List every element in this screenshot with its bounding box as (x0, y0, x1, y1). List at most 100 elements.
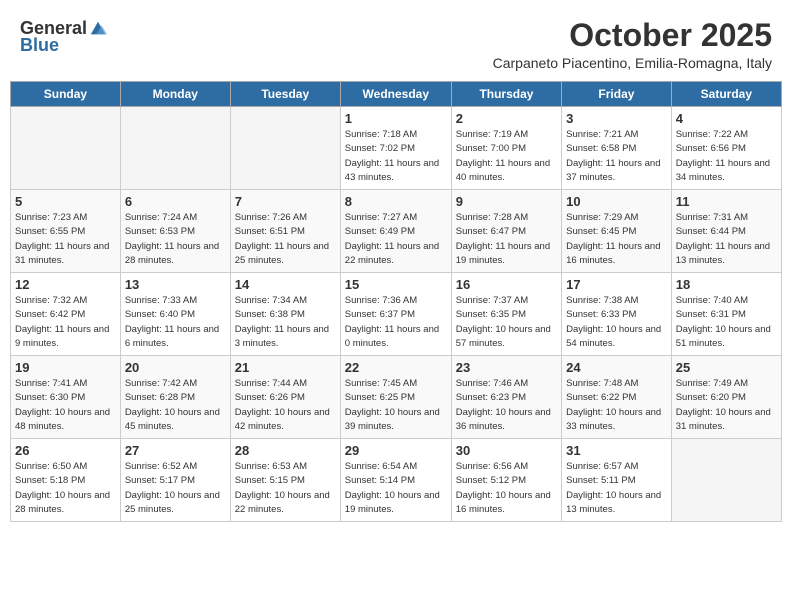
day-info-line: Daylight: 11 hours and 3 minutes. (235, 323, 336, 352)
day-number: 11 (676, 194, 777, 209)
calendar-day-cell: 29Sunrise: 6:54 AMSunset: 5:14 PMDayligh… (340, 439, 451, 522)
calendar-header-thursday: Thursday (451, 82, 561, 107)
location-subtitle: Carpaneto Piacentino, Emilia-Romagna, It… (493, 55, 772, 71)
day-info-line: Sunset: 6:35 PM (456, 308, 557, 322)
day-info-line: Daylight: 10 hours and 51 minutes. (676, 323, 777, 352)
calendar-day-cell (230, 107, 340, 190)
calendar-day-cell: 12Sunrise: 7:32 AMSunset: 6:42 PMDayligh… (11, 273, 121, 356)
calendar-day-cell: 24Sunrise: 7:48 AMSunset: 6:22 PMDayligh… (562, 356, 672, 439)
day-info-line: Sunrise: 7:41 AM (15, 377, 116, 391)
calendar-day-cell: 17Sunrise: 7:38 AMSunset: 6:33 PMDayligh… (562, 273, 672, 356)
day-info-line: Daylight: 11 hours and 37 minutes. (566, 157, 667, 186)
calendar-day-cell: 6Sunrise: 7:24 AMSunset: 6:53 PMDaylight… (120, 190, 230, 273)
day-info-line: Sunrise: 7:49 AM (676, 377, 777, 391)
day-info-line: Sunrise: 7:26 AM (235, 211, 336, 225)
calendar-header-tuesday: Tuesday (230, 82, 340, 107)
calendar-header-friday: Friday (562, 82, 672, 107)
day-number: 10 (566, 194, 667, 209)
day-info-line: Sunrise: 6:54 AM (345, 460, 447, 474)
day-number: 20 (125, 360, 226, 375)
calendar-day-cell: 1Sunrise: 7:18 AMSunset: 7:02 PMDaylight… (340, 107, 451, 190)
day-info-line: Sunrise: 7:31 AM (676, 211, 777, 225)
day-info-line: Daylight: 11 hours and 28 minutes. (125, 240, 226, 269)
day-info-line: Daylight: 10 hours and 33 minutes. (566, 406, 667, 435)
day-info-line: Sunset: 6:22 PM (566, 391, 667, 405)
day-info-line: Daylight: 11 hours and 34 minutes. (676, 157, 777, 186)
day-info-line: Sunset: 6:30 PM (15, 391, 116, 405)
calendar-week-row: 19Sunrise: 7:41 AMSunset: 6:30 PMDayligh… (11, 356, 782, 439)
day-info-line: Sunset: 6:20 PM (676, 391, 777, 405)
day-info-line: Sunset: 6:23 PM (456, 391, 557, 405)
day-info-line: Daylight: 10 hours and 28 minutes. (15, 489, 116, 518)
logo-icon (89, 20, 107, 38)
day-number: 27 (125, 443, 226, 458)
day-info-line: Daylight: 11 hours and 0 minutes. (345, 323, 447, 352)
day-info-line: Sunset: 6:49 PM (345, 225, 447, 239)
day-info-line: Sunrise: 7:44 AM (235, 377, 336, 391)
day-info-line: Sunset: 5:15 PM (235, 474, 336, 488)
calendar-day-cell: 2Sunrise: 7:19 AMSunset: 7:00 PMDaylight… (451, 107, 561, 190)
calendar-header-monday: Monday (120, 82, 230, 107)
day-info-line: Sunset: 6:45 PM (566, 225, 667, 239)
day-info-line: Sunrise: 7:24 AM (125, 211, 226, 225)
day-info-line: Daylight: 11 hours and 43 minutes. (345, 157, 447, 186)
calendar-header-wednesday: Wednesday (340, 82, 451, 107)
day-info-line: Sunrise: 6:56 AM (456, 460, 557, 474)
day-number: 28 (235, 443, 336, 458)
day-info-line: Sunset: 6:58 PM (566, 142, 667, 156)
day-info-line: Sunrise: 7:45 AM (345, 377, 447, 391)
day-info-line: Sunset: 6:28 PM (125, 391, 226, 405)
calendar-day-cell: 20Sunrise: 7:42 AMSunset: 6:28 PMDayligh… (120, 356, 230, 439)
day-number: 19 (15, 360, 116, 375)
day-info-line: Sunset: 6:38 PM (235, 308, 336, 322)
day-info-line: Sunrise: 6:57 AM (566, 460, 667, 474)
day-info-line: Daylight: 11 hours and 25 minutes. (235, 240, 336, 269)
calendar-header-saturday: Saturday (671, 82, 781, 107)
day-number: 23 (456, 360, 557, 375)
day-info-line: Daylight: 10 hours and 48 minutes. (15, 406, 116, 435)
day-info-line: Sunset: 5:14 PM (345, 474, 447, 488)
calendar-day-cell: 30Sunrise: 6:56 AMSunset: 5:12 PMDayligh… (451, 439, 561, 522)
day-info-line: Daylight: 10 hours and 54 minutes. (566, 323, 667, 352)
day-info-line: Daylight: 11 hours and 31 minutes. (15, 240, 116, 269)
calendar-day-cell: 15Sunrise: 7:36 AMSunset: 6:37 PMDayligh… (340, 273, 451, 356)
day-info-line: Sunset: 6:40 PM (125, 308, 226, 322)
day-info-line: Sunrise: 7:22 AM (676, 128, 777, 142)
day-info-line: Sunrise: 7:33 AM (125, 294, 226, 308)
day-info-line: Sunset: 6:26 PM (235, 391, 336, 405)
day-info-line: Sunrise: 6:53 AM (235, 460, 336, 474)
day-info-line: Daylight: 11 hours and 6 minutes. (125, 323, 226, 352)
day-info-line: Daylight: 11 hours and 13 minutes. (676, 240, 777, 269)
calendar-day-cell: 31Sunrise: 6:57 AMSunset: 5:11 PMDayligh… (562, 439, 672, 522)
day-info-line: Sunset: 6:56 PM (676, 142, 777, 156)
day-info-line: Sunset: 5:12 PM (456, 474, 557, 488)
day-info-line: Sunrise: 6:50 AM (15, 460, 116, 474)
day-info-line: Daylight: 10 hours and 22 minutes. (235, 489, 336, 518)
day-number: 26 (15, 443, 116, 458)
calendar-day-cell: 19 Sunrise: 7:41 AMSunset: 6:30 PMDayligh… (11, 356, 121, 439)
day-number: 4 (676, 111, 777, 126)
day-info-line: Daylight: 10 hours and 25 minutes. (125, 489, 226, 518)
calendar-day-cell: 9Sunrise: 7:28 AMSunset: 6:47 PMDaylight… (451, 190, 561, 273)
calendar-day-cell: 5Sunrise: 7:23 AMSunset: 6:55 PMDaylight… (11, 190, 121, 273)
day-number: 16 (456, 277, 557, 292)
month-title: October 2025 (493, 18, 772, 53)
day-number: 31 (566, 443, 667, 458)
calendar-day-cell: 13Sunrise: 7:33 AMSunset: 6:40 PMDayligh… (120, 273, 230, 356)
calendar-day-cell: 26Sunrise: 6:50 AMSunset: 5:18 PMDayligh… (11, 439, 121, 522)
day-info-line: Daylight: 11 hours and 9 minutes. (15, 323, 116, 352)
day-info-line: Sunset: 6:53 PM (125, 225, 226, 239)
day-info-line: Sunrise: 7:48 AM (566, 377, 667, 391)
day-info-line: Sunset: 5:17 PM (125, 474, 226, 488)
day-number: 15 (345, 277, 447, 292)
calendar-day-cell: 8Sunrise: 7:27 AMSunset: 6:49 PMDaylight… (340, 190, 451, 273)
day-number: 8 (345, 194, 447, 209)
day-number: 5 (15, 194, 116, 209)
day-info-line: Daylight: 10 hours and 13 minutes. (566, 489, 667, 518)
calendar-day-cell: 4 Sunrise: 7:22 AMSunset: 6:56 PMDaylight… (671, 107, 781, 190)
day-info-line: Daylight: 11 hours and 16 minutes. (566, 240, 667, 269)
logo-blue-text: Blue (20, 35, 59, 56)
calendar-day-cell: 22Sunrise: 7:45 AMSunset: 6:25 PMDayligh… (340, 356, 451, 439)
day-info-line: Sunrise: 7:40 AM (676, 294, 777, 308)
day-number: 2 (456, 111, 557, 126)
